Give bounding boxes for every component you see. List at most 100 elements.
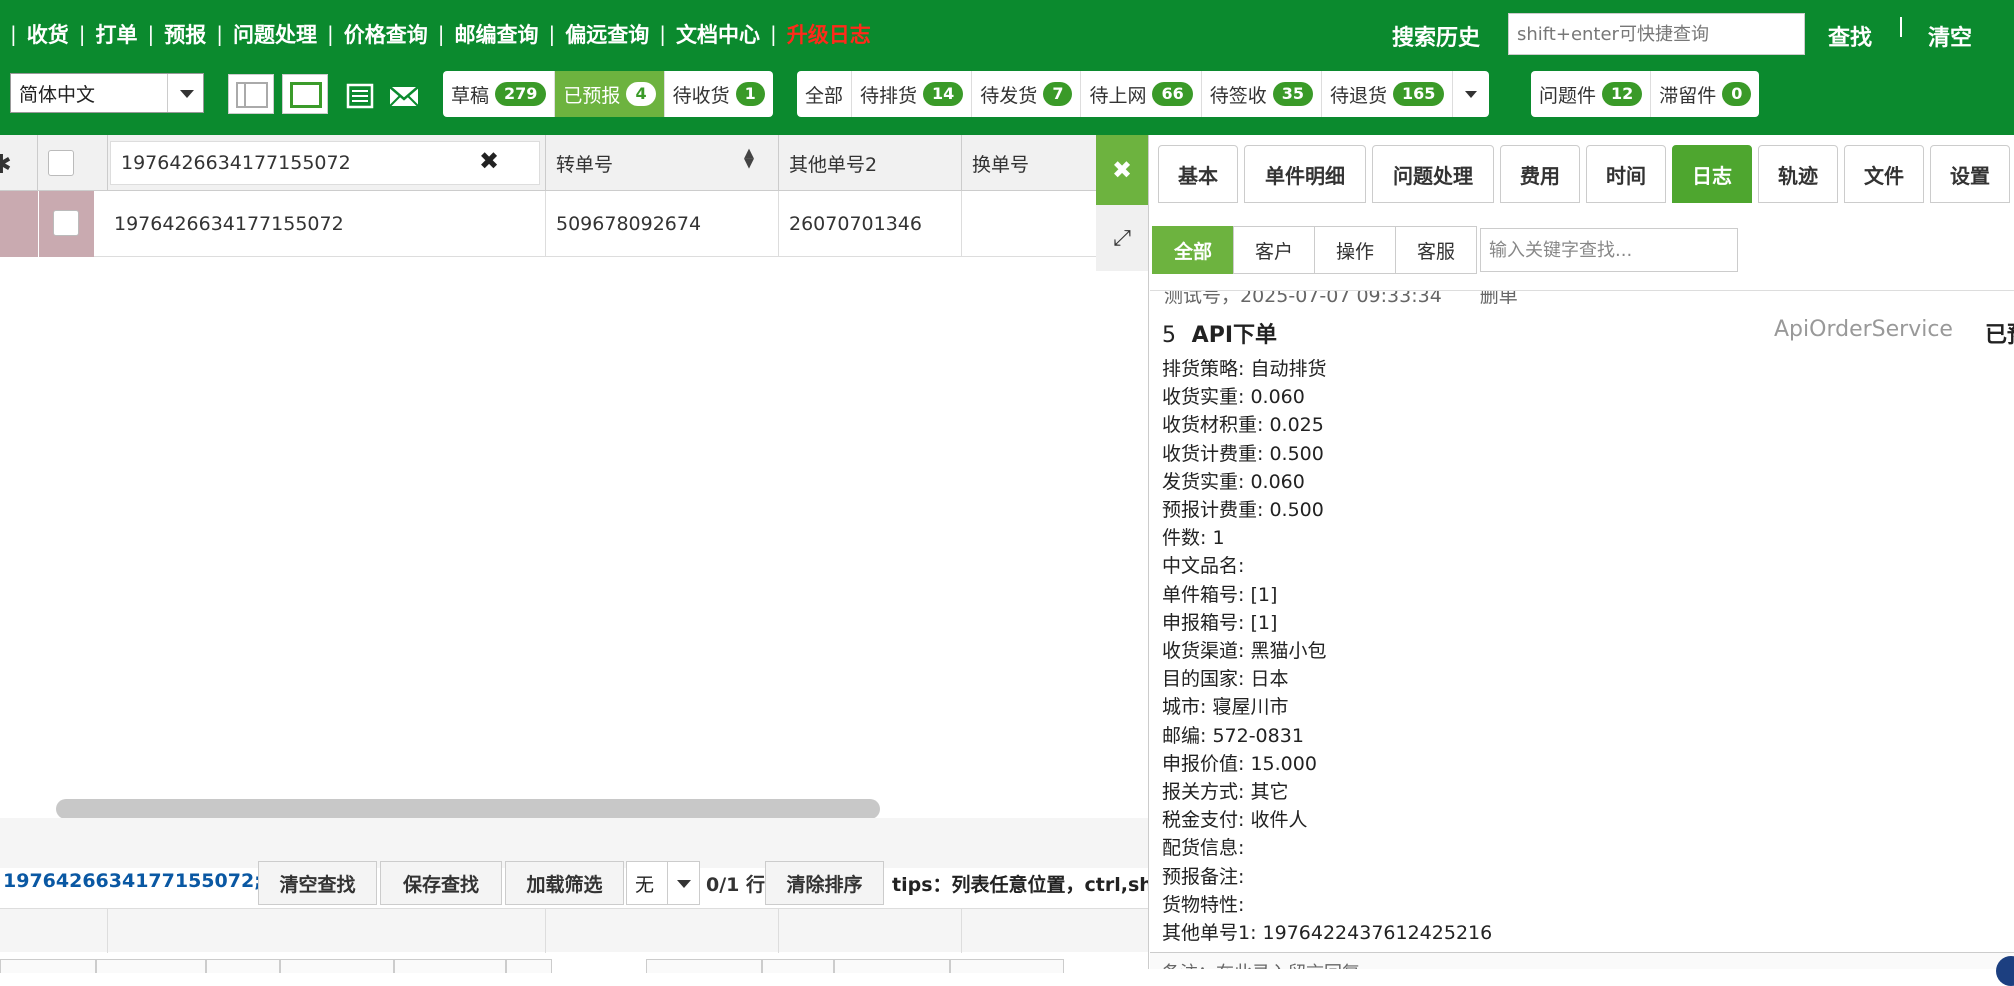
filter-awaiting-allocation[interactable]: 待排货 14 [852,71,973,117]
list-icon[interactable] [346,82,374,115]
footer-tab[interactable] [0,959,96,973]
log-search-input[interactable] [1480,228,1738,272]
tab-basic[interactable]: 基本 [1158,145,1238,203]
clear-sort-button[interactable]: 清除排序 [765,861,884,905]
filter-awaiting-receipt[interactable]: 待收货 1 [665,71,773,117]
filter-preset-select[interactable]: 无 [626,861,700,905]
chevron-down-icon [667,862,699,904]
full-layout-icon [290,82,322,108]
cell-swap-no[interactable] [962,191,1097,257]
save-search-button[interactable]: 保存查找 [380,861,502,905]
log-entry-status: 已预报 [1985,323,2014,348]
footer-tab[interactable] [96,959,206,973]
filter-all[interactable]: 全部 [797,71,853,117]
language-select[interactable]: 简体中文 [10,73,204,113]
log-filter-service[interactable]: 客服 [1395,226,1477,274]
filter-awaiting-signature[interactable]: 待签收 35 [1202,71,1323,117]
filter-stranded-items[interactable]: 滞留件 0 [1651,71,1759,117]
footer-tab[interactable] [950,959,1064,973]
layout-split-button[interactable] [228,74,274,114]
expand-panel-button[interactable]: ⤢ [1096,205,1148,271]
nav-separator: | [78,21,86,46]
column-label: 其他单号2 [789,153,878,176]
tab-files[interactable]: 文件 [1844,145,1924,203]
footer-tab[interactable] [506,959,552,973]
log-filter-all[interactable]: 全部 [1152,226,1234,274]
tab-issue-handling[interactable]: 问题处理 [1372,145,1494,203]
cell-tracking[interactable]: 1976426634177155072 [104,191,546,257]
footer-tab[interactable] [834,959,950,973]
clear-button[interactable]: 清空 [1928,20,1972,52]
top-nav-bar: | 收货 | 打单 | 预报 | 问题处理 | 价格查询 | 邮编查询 | 偏远… [0,0,2014,67]
nav-item-print[interactable]: 打单 [96,19,138,49]
cell-transfer-no[interactable]: 509678092674 [546,191,779,257]
footer-tab[interactable] [394,959,506,973]
footer-tab[interactable] [206,959,280,973]
footer-tab[interactable] [280,959,394,973]
cell-other-no2[interactable]: 26070701346 [779,191,962,257]
tab-piece-details[interactable]: 单件明细 [1244,145,1366,203]
count-badge: 35 [1272,82,1314,106]
search-history-link[interactable]: 搜索历史 [1392,20,1480,52]
split-layout-icon [236,82,268,108]
filter-awaiting-return[interactable]: 待退货 165 [1322,71,1454,117]
tab-time[interactable]: 时间 [1586,145,1666,203]
log-line: 邮编: 572-0831 [1162,724,1304,747]
detail-tabs: 基本 单件明细 问题处理 费用 时间 日志 轨迹 文件 设置 [1158,145,2014,203]
close-panel-button[interactable]: ✖ [1096,135,1148,205]
tracking-search-input[interactable]: 1976426634177155072 [110,141,540,185]
nav-item-remote-query[interactable]: 偏远查询 [565,19,649,49]
nav-separator: | [548,21,556,46]
log-line: 申报价值: 15.000 [1162,752,1317,775]
log-remark-input[interactable]: 备注：在此录入留言回复 [1150,952,2014,969]
quick-search-input[interactable] [1508,13,1805,55]
tab-settings[interactable]: 设置 [1930,145,2010,203]
log-line: 货物特性: [1162,893,1245,916]
footer-tab[interactable] [646,959,762,973]
gear-icon[interactable]: ✱ [0,150,12,180]
filter-awaiting-online[interactable]: 待上网 66 [1081,71,1202,117]
footer-cell [108,909,546,953]
log-filter-customer[interactable]: 客户 [1233,226,1315,274]
nav-item-forecast[interactable]: 预报 [164,19,206,49]
nav-item-docs[interactable]: 文档中心 [676,19,760,49]
column-header-other-no2[interactable]: 其他单号2 [779,135,962,191]
close-icon[interactable]: ✖ [479,147,499,175]
log-filter-operation[interactable]: 操作 [1314,226,1396,274]
load-filter-button[interactable]: 加载筛选 [505,861,624,905]
sort-icon[interactable]: ▲▼ [744,147,754,170]
row-checkbox[interactable] [53,210,79,236]
nav-separator: | [216,21,223,46]
more-filters-dropdown[interactable] [1453,71,1489,117]
filter-draft[interactable]: 草稿 279 [443,71,556,117]
tab-log[interactable]: 日志 [1672,145,1752,203]
nav-item-issues[interactable]: 问题处理 [233,19,317,49]
find-button[interactable]: 查找 [1828,20,1872,52]
horizontal-scrollbar[interactable] [56,799,880,819]
column-header-swap-no[interactable]: 换单号 [962,135,1097,191]
mail-icon[interactable] [388,82,420,115]
chat-bubble-icon[interactable] [1996,956,2014,986]
search-summary[interactable]: 1976426634177155072; [3,870,262,892]
tab-fees[interactable]: 费用 [1500,145,1580,203]
count-badge: 1 [735,82,765,106]
nav-item-changelog[interactable]: 升级日志 [787,19,871,49]
log-line: 排货策略: 自动排货 [1162,358,1327,380]
footer-tab[interactable] [762,959,834,973]
nav-item-price-query[interactable]: 价格查询 [344,19,428,49]
log-line: 收货计费重: 0.500 [1162,442,1324,465]
clear-search-button[interactable]: 清空查找 [258,861,377,905]
row-indicator [0,191,38,257]
column-header-transfer-no[interactable]: 转单号 ▲ ▼ [546,135,779,191]
tab-tracking[interactable]: 轨迹 [1758,145,1838,203]
log-line: 发货实重: 0.060 [1162,470,1305,493]
select-all-checkbox[interactable] [48,150,74,176]
log-line: 目的国家: 日本 [1162,668,1289,691]
nav-item-postcode-query[interactable]: 邮编查询 [455,19,539,49]
filter-awaiting-shipment[interactable]: 待发货 7 [972,71,1082,117]
filter-problem-items[interactable]: 问题件 12 [1531,71,1652,117]
log-line: 税金支付: 收件人 [1162,809,1308,832]
layout-full-button[interactable] [282,74,328,114]
filter-forecasted[interactable]: 已预报 4 [555,71,665,117]
nav-item-receive[interactable]: 收货 [27,19,69,49]
